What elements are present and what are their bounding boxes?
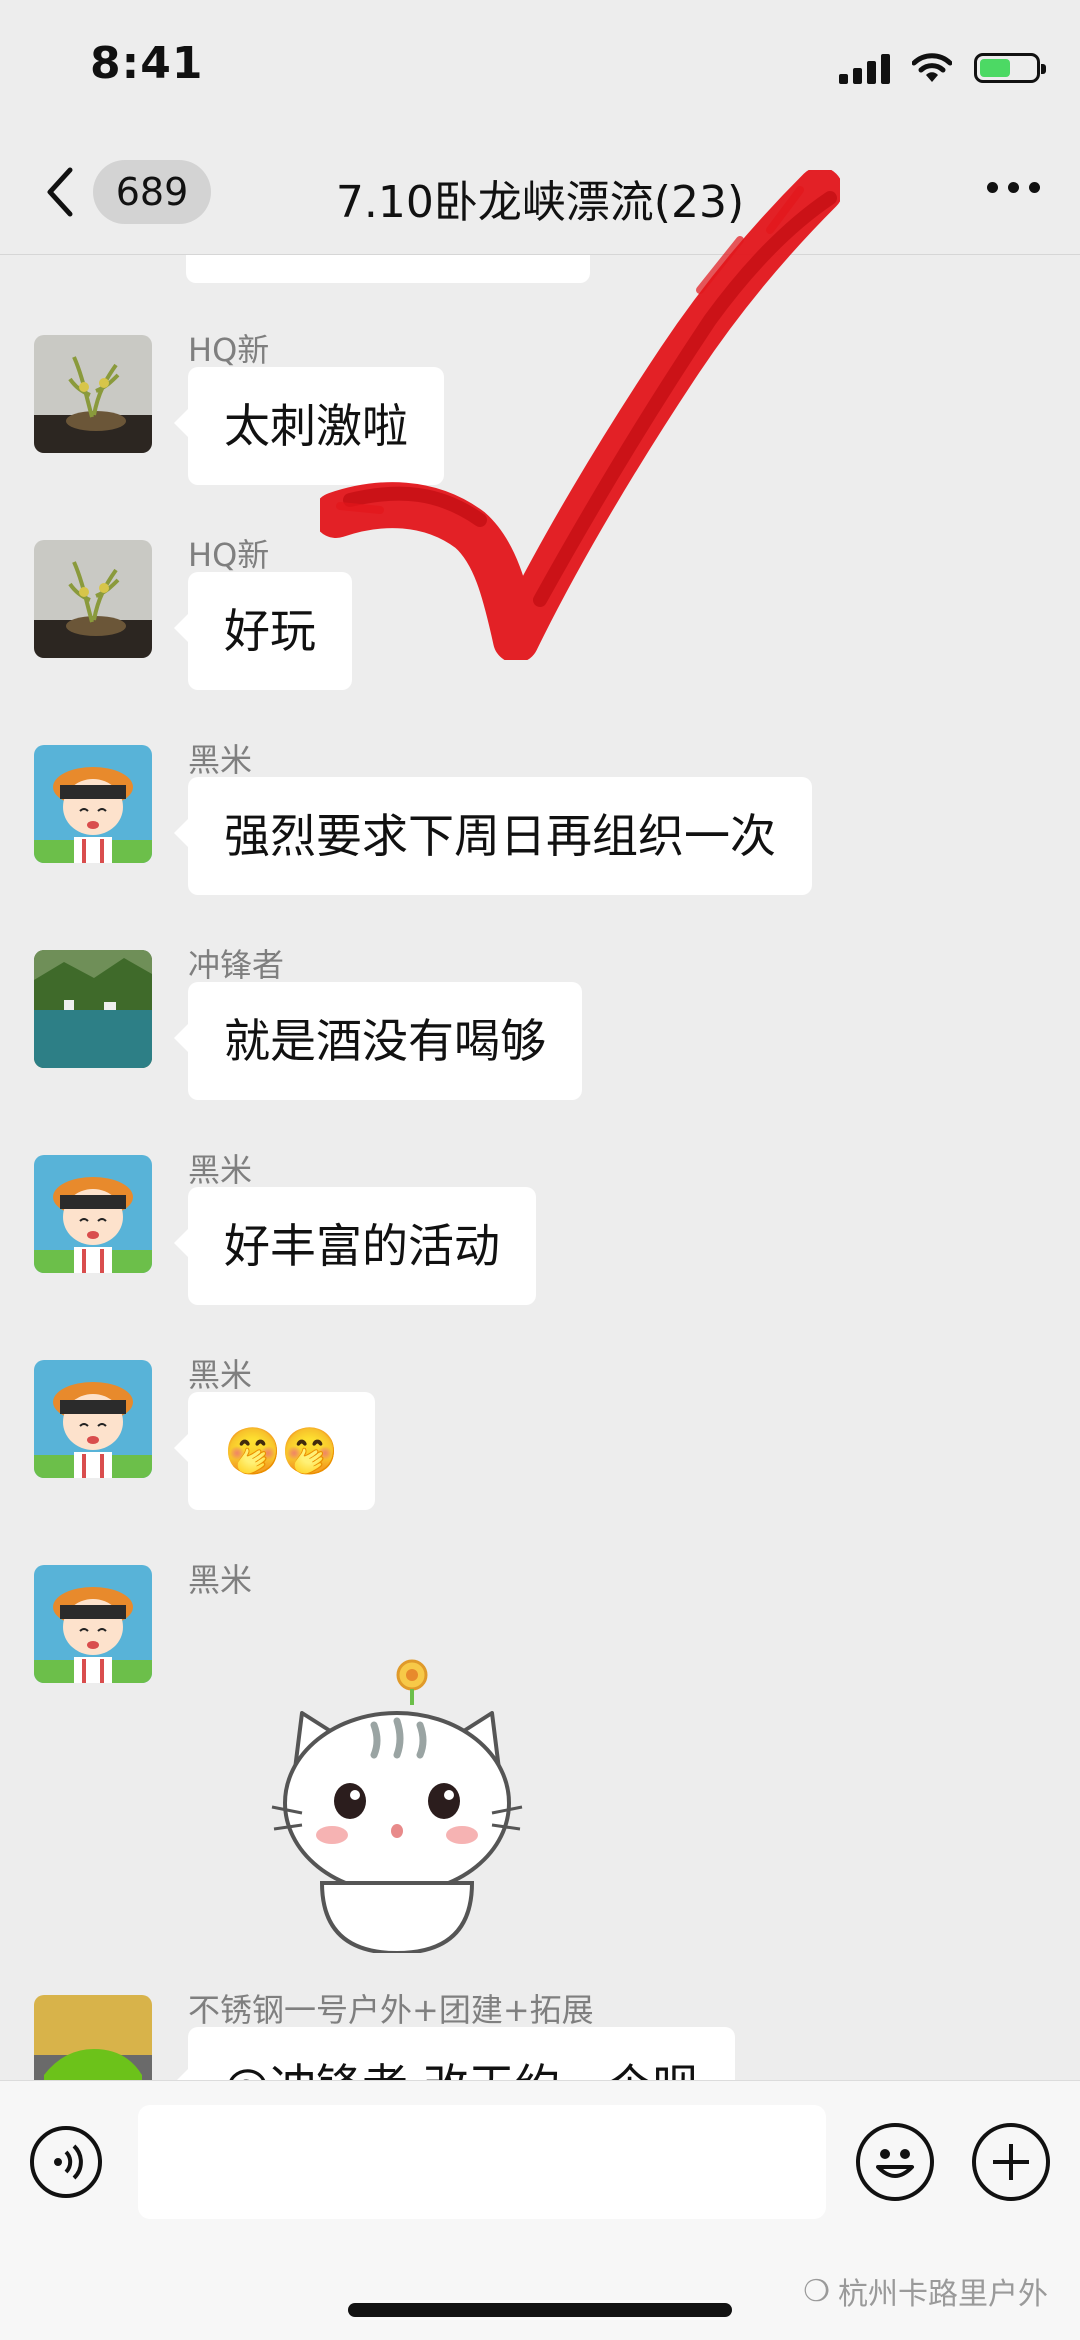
voice-input-icon[interactable] — [30, 2126, 102, 2198]
home-indicator[interactable] — [348, 2303, 732, 2317]
avatar-plant[interactable] — [34, 335, 152, 453]
message-bubble[interactable]: 好丰富的活动 — [174, 1187, 536, 1305]
message-list[interactable]: HQ新 太刺激啦 HQ新 好玩 黑米 强烈要求下周日再组织一次 冲锋者 就是酒没… — [0, 255, 1080, 2080]
avatar-lake-landscape[interactable] — [34, 950, 152, 1068]
sender-name: HQ新 — [188, 331, 270, 369]
avatar-cartoon-girl[interactable] — [34, 1565, 152, 1683]
sender-name: 黑米 — [188, 1356, 253, 1394]
message-input[interactable] — [138, 2105, 826, 2219]
add-attachment-icon[interactable] — [972, 2123, 1050, 2201]
message-bubble[interactable]: 好玩 — [174, 572, 352, 690]
sender-name: HQ新 — [188, 536, 270, 574]
emoji-icon[interactable] — [856, 2123, 934, 2201]
sender-name: 黑米 — [188, 1151, 253, 1189]
watermark-text: 杭州卡路里户外 — [838, 2277, 1048, 2312]
status-icons — [839, 48, 1046, 88]
cellular-signal-icon — [839, 52, 890, 84]
sender-name: 不锈钢一号户外+团建+拓展 — [188, 1991, 594, 2029]
message-bubble[interactable]: @冲锋者 改天约一个呗 — [174, 2027, 735, 2080]
message-bubble[interactable]: 太刺激啦 — [174, 367, 444, 485]
status-bar: 8:41 — [0, 0, 1080, 130]
wechat-logo-icon: ❍ — [803, 2273, 830, 2309]
sender-name: 黑米 — [188, 1561, 253, 1599]
battery-icon — [974, 53, 1046, 83]
message-bubble[interactable]: 就是酒没有喝够 — [174, 982, 582, 1100]
sender-name: 黑米 — [188, 741, 253, 779]
cat-sticker[interactable] — [262, 1653, 532, 1953]
message-bubble[interactable]: 强烈要求下周日再组织一次 — [174, 777, 812, 895]
message-bubble-emoji[interactable]: 🤭🤭 — [174, 1392, 375, 1510]
avatar-cartoon-girl[interactable] — [34, 1155, 152, 1273]
avatar-cartoon-girl[interactable] — [34, 1360, 152, 1478]
avatar-cartoon-girl[interactable] — [34, 745, 152, 863]
chat-title: 7.10卧龙峡漂流(23) — [335, 177, 745, 228]
more-options-icon[interactable] — [987, 182, 1040, 193]
input-bar: ❍ 杭州卡路里户外 — [0, 2080, 1080, 2340]
previous-message-bubble — [186, 255, 590, 283]
chat-header: 689 7.10卧龙峡漂流(23) — [0, 130, 1080, 255]
wifi-icon — [912, 53, 952, 82]
avatar-plant[interactable] — [34, 540, 152, 658]
battery-level-fill — [980, 59, 1010, 77]
status-time: 8:41 — [90, 38, 204, 89]
sender-name: 冲锋者 — [188, 946, 285, 984]
watermark: ❍ 杭州卡路里户外 — [803, 2269, 1048, 2313]
avatar-green-car[interactable] — [34, 1995, 152, 2080]
